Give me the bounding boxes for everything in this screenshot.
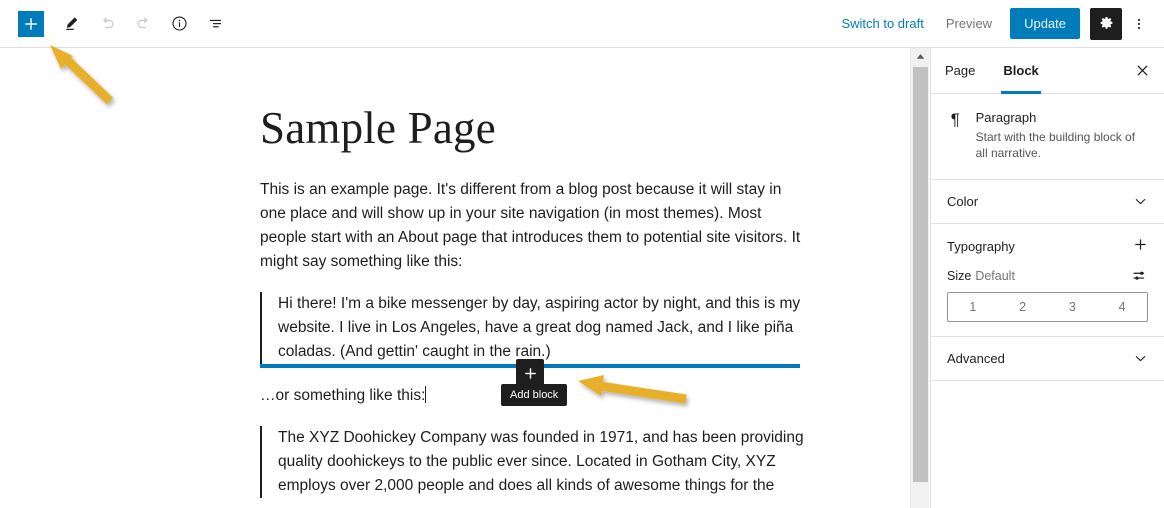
chevron-down-icon xyxy=(1133,194,1148,209)
tab-page[interactable]: Page xyxy=(931,48,989,93)
editor-canvas[interactable]: Sample Page This is an example page. It'… xyxy=(0,48,910,508)
scroll-up-button[interactable] xyxy=(911,48,930,65)
block-info-card: ¶ Paragraph Start with the building bloc… xyxy=(931,94,1164,180)
toolbar-left-group xyxy=(0,7,232,41)
font-size-option-3[interactable]: 3 xyxy=(1048,293,1098,321)
redo-icon xyxy=(136,17,148,29)
panel-advanced-label: Advanced xyxy=(947,351,1005,366)
chevron-down-icon xyxy=(1133,351,1148,366)
block-description: Start with the building block of all nar… xyxy=(975,130,1136,160)
editor-top-toolbar: Switch to draft Preview Update xyxy=(0,0,1164,48)
block-info-text: Paragraph Start with the building block … xyxy=(976,110,1148,161)
settings-toggle-button[interactable] xyxy=(1090,7,1122,40)
toolbar-list-view-button[interactable] xyxy=(198,7,232,41)
switch-to-draft-button[interactable]: Switch to draft xyxy=(831,10,933,37)
sliders-icon xyxy=(1133,271,1145,280)
toolbar-details-button[interactable] xyxy=(162,7,196,41)
undo-icon xyxy=(102,17,114,29)
font-size-segmented-control[interactable]: 1 2 3 4 xyxy=(947,292,1148,322)
update-button[interactable]: Update xyxy=(1010,8,1080,39)
wordpress-block-editor: Switch to draft Preview Update Sample Pa… xyxy=(0,0,1164,508)
block-name: Paragraph xyxy=(975,110,1037,125)
more-options-icon xyxy=(1137,18,1141,29)
font-size-option-2[interactable]: 2 xyxy=(998,293,1048,321)
typography-header: Typography xyxy=(931,224,1164,268)
paragraph-block-2-text: …or something like this: xyxy=(260,387,426,404)
chevron-up-icon xyxy=(916,54,925,59)
paragraph-block-2[interactable]: …or something like this: xyxy=(260,384,802,408)
preview-button[interactable]: Preview xyxy=(936,10,1002,37)
sidebar-tabs: Page Block xyxy=(931,48,1164,94)
text-caret xyxy=(425,386,427,403)
plus-icon xyxy=(25,17,37,30)
font-size-option-4[interactable]: 4 xyxy=(1097,293,1147,321)
scrollbar-thumb[interactable] xyxy=(913,67,928,482)
paragraph-icon: ¶ xyxy=(950,110,960,129)
settings-sidebar: Page Block ¶ Paragraph Start with the bu… xyxy=(930,48,1164,508)
quote-block-1[interactable]: Hi there! I'm a bike messenger by day, a… xyxy=(260,292,805,364)
font-size-label: Size xyxy=(947,269,972,283)
canvas-scrollbar[interactable] xyxy=(910,48,930,508)
paragraph-block-1[interactable]: This is an example page. It's different … xyxy=(260,178,802,274)
more-options-button[interactable] xyxy=(1124,7,1154,41)
inline-add-block-button[interactable] xyxy=(516,359,544,387)
font-size-settings-button[interactable] xyxy=(1132,268,1148,284)
toolbar-redo-button[interactable] xyxy=(126,7,160,41)
edit-pencil-icon xyxy=(65,17,77,30)
toolbar-add-block-button[interactable] xyxy=(18,10,44,37)
plus-icon xyxy=(524,367,536,379)
plus-icon xyxy=(1135,238,1146,250)
toolbar-undo-button[interactable] xyxy=(90,7,124,41)
typography-add-button[interactable] xyxy=(1133,237,1148,256)
panel-typography: Typography Size Default 1 2 3 4 xyxy=(931,224,1164,337)
close-icon xyxy=(1137,65,1147,76)
gear-icon xyxy=(1100,16,1112,29)
toolbar-right-group: Switch to draft Preview Update xyxy=(831,7,1164,41)
toolbar-edit-mode-button[interactable] xyxy=(54,7,88,41)
typography-label: Typography xyxy=(947,238,1015,254)
list-view-icon xyxy=(209,19,221,28)
font-size-row: Size Default xyxy=(931,268,1164,292)
font-size-value: Default xyxy=(975,269,1015,283)
font-size-option-1[interactable]: 1 xyxy=(948,293,998,321)
page-title[interactable]: Sample Page xyxy=(260,102,496,154)
tab-block[interactable]: Block xyxy=(989,48,1052,94)
panel-color[interactable]: Color xyxy=(931,180,1164,224)
close-sidebar-button[interactable] xyxy=(1120,48,1164,93)
panel-advanced[interactable]: Advanced xyxy=(931,337,1164,381)
panel-color-label: Color xyxy=(947,194,979,209)
info-icon xyxy=(171,16,187,31)
quote-block-2[interactable]: The XYZ Doohickey Company was founded in… xyxy=(260,426,805,498)
